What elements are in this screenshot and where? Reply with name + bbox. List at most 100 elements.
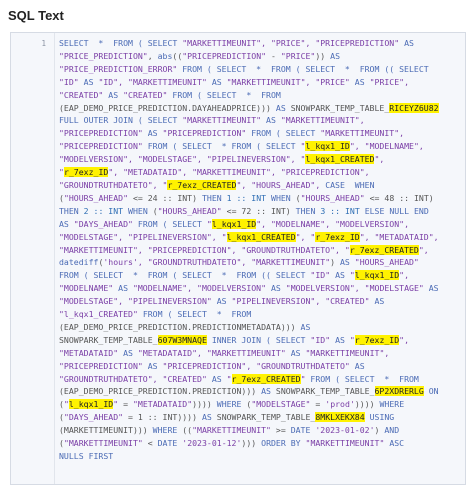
line-number: 1: [41, 39, 46, 48]
sql-identifier: "MARKETTIMEUNIT": [192, 425, 271, 436]
sql-identifier: "MARKETTIMEUNIT",: [320, 128, 405, 139]
sql-keyword: AS: [147, 360, 163, 371]
sql-keyword: FROM ( SELECT * FROM: [310, 373, 419, 384]
sql-plain: (MARKETTIMEUNIT))): [59, 425, 153, 436]
sql-keyword: AS: [147, 128, 163, 139]
sql-plain: )))): [192, 399, 217, 410]
highlighted-alias: 8MKLXEKX84: [315, 412, 365, 423]
sql-keyword: AS: [83, 76, 99, 87]
sql-keyword: AS: [59, 218, 74, 229]
sql-identifier: '2023-01-02': [315, 425, 375, 436]
sql-plain: <= 72 :: INT): [221, 205, 296, 216]
sql-keyword: WHERE: [152, 425, 183, 436]
sql-number: 2 :: INT: [83, 205, 129, 216]
sql-keyword: SELECT * FROM ( SELECT: [59, 38, 183, 48]
sql-code-text[interactable]: SELECT * FROM ( SELECT "MARKETTIMEUNIT",…: [59, 37, 459, 478]
highlighted-alias: r_7exz_CREATED: [349, 244, 419, 255]
sql-keyword: datediff: [59, 257, 99, 268]
sql-identifier: "l_kqx1_CREATED": [59, 309, 143, 320]
sql-identifier: "MODELNAME", "MODELVERSION": [132, 283, 271, 294]
sql-keyword: AS: [335, 334, 350, 345]
sql-keyword: FROM ( SELECT: [137, 218, 207, 229]
sql-identifier: "HOURS_AHEAD": [354, 257, 419, 268]
highlighted-alias: r_7exz_CREATED: [167, 179, 237, 190]
sql-keyword: NULLS FIRST: [59, 451, 114, 461]
sql-keyword: AS: [428, 283, 439, 294]
sql-identifier: "METADATAID": [132, 399, 193, 410]
sql-identifier: "HOURS_AHEAD": [300, 192, 365, 203]
sql-keyword: INNER JOIN ( SELECT: [206, 334, 311, 345]
sql-identifier: "CREATED": [59, 89, 109, 100]
sql-identifier: "MODELSTAGE", "PIPELINEVERSION", ": [59, 231, 227, 242]
sql-plain: ,: [147, 50, 158, 61]
sql-keyword: AS: [266, 115, 281, 126]
sql-identifier: "MODELVERSION", "MODELSTAGE": [285, 283, 429, 294]
sql-keyword: FROM ( SELECT * FROM ( SELECT * FROM (( …: [182, 63, 429, 74]
sql-plain: <: [142, 438, 158, 449]
sql-identifier: ": [300, 373, 311, 384]
sql-identifier: "MARKETTIMEUNIT",: [305, 347, 390, 358]
sql-identifier: "GROUNDTRUTHDATETO", ": [59, 179, 168, 190]
sql-identifier: "MARKETTIMEUNIT": [305, 438, 390, 449]
sql-identifier: "CREATED": [123, 89, 173, 100]
highlighted-alias: r_7exz_CREATED: [231, 373, 301, 384]
highlighted-alias: l_kqx1_CREATED: [305, 154, 375, 165]
sql-keyword: WHERE: [379, 399, 405, 410]
sql-number: 3 :: INT: [320, 205, 365, 216]
sql-keyword: AS: [270, 283, 286, 294]
sql-keyword: FROM ( SELECT * FROM ( SELECT: [147, 141, 301, 152]
sql-keyword: AS: [339, 257, 355, 268]
sql-keyword: ORDER BY: [261, 438, 306, 449]
sql-identifier: "MODELNAME": [59, 283, 119, 294]
sql-keyword: AS: [354, 76, 370, 87]
sql-identifier: "MARKETTIMEUNIT": [182, 115, 267, 126]
sql-identifier: "PRICEPREDICTION": [182, 50, 267, 61]
sql-keyword: WHEN: [128, 205, 153, 216]
sql-identifier: ", "MODELNAME", "MODELVERSION",: [256, 218, 410, 229]
sql-identifier: "ID": [310, 270, 336, 281]
sql-identifier: "PRICEPREDICTION": [162, 128, 252, 139]
sql-identifier: 'hours', "GROUNDTRUTHDATETO", "MARKETTIM…: [103, 257, 331, 268]
sql-keyword: AS: [108, 89, 124, 100]
sql-keyword: ELSE NULL END: [364, 205, 429, 216]
sql-identifier: ", "METADATAID", "MARKETTIMEUNIT", "PRIC…: [108, 167, 370, 178]
sql-identifier: "PRICEPREDICTION": [59, 141, 148, 152]
sql-code-panel[interactable]: 1 SELECT * FROM ( SELECT "MARKETTIMEUNIT…: [10, 32, 466, 485]
sql-keyword: WHERE: [216, 399, 247, 410]
sql-identifier: "MODELVERSION", "MODELSTAGE", "PIPELINEV…: [59, 154, 306, 165]
sql-identifier: "PRICE": [280, 50, 316, 61]
sql-identifier: "MARKETTIMEUNIT", "PRICEPREDICTION", "GR…: [59, 244, 350, 255]
sql-keyword: AND: [384, 425, 400, 436]
sql-keyword: AS: [275, 102, 291, 113]
sql-keyword: AS: [201, 412, 217, 423]
highlighted-alias: l_kqx1_ID: [68, 399, 114, 410]
sql-identifier: "PRICEPREDICTION": [59, 360, 148, 371]
sql-identifier: "ID": [310, 334, 336, 345]
sql-plain: <= 24 :: INT): [128, 192, 202, 203]
sql-keyword: AS: [211, 76, 227, 87]
sql-plain: )): [315, 50, 331, 61]
sql-identifier: "HOURS_AHEAD": [157, 205, 222, 216]
sql-identifier: "MARKETTIMEUNIT",: [280, 115, 365, 126]
sql-identifier: "MODELSTAGE": [251, 399, 311, 410]
highlighted-alias: 6P2XDRERLG: [374, 386, 424, 397]
sql-keyword: THEN: [59, 205, 84, 216]
highlighted-alias: l_kqx1_ID: [305, 141, 350, 152]
sql-plain: (EAP_DEMO_PRICE_PREDICTION.PREDICTION))): [59, 386, 262, 397]
sql-identifier: ",: [399, 334, 410, 345]
page-title: SQL Text: [8, 8, 64, 23]
sql-plain: =: [118, 399, 133, 410]
sql-identifier: ",: [399, 270, 410, 281]
highlighted-alias: r_7exz_ID: [354, 334, 400, 345]
sql-keyword: DATE: [290, 425, 316, 436]
sql-keyword: ASC: [389, 438, 405, 449]
sql-plain: SNOWPARK_TEMP_TABLE_: [216, 412, 316, 423]
sql-identifier: "MARKETTIMEUNIT": [63, 438, 143, 449]
sql-plain: ((: [172, 50, 183, 61]
sql-identifier: ", "METADATAID",: [359, 231, 439, 242]
highlighted-alias: 607W3MNAQE: [157, 334, 207, 345]
sql-keyword: AS: [404, 38, 414, 48]
sql-identifier: "PIPELINEVERSION", "CREATED": [231, 296, 375, 307]
sql-plain: <= 48 :: INT): [369, 192, 434, 203]
sql-identifier: ",: [418, 244, 429, 255]
